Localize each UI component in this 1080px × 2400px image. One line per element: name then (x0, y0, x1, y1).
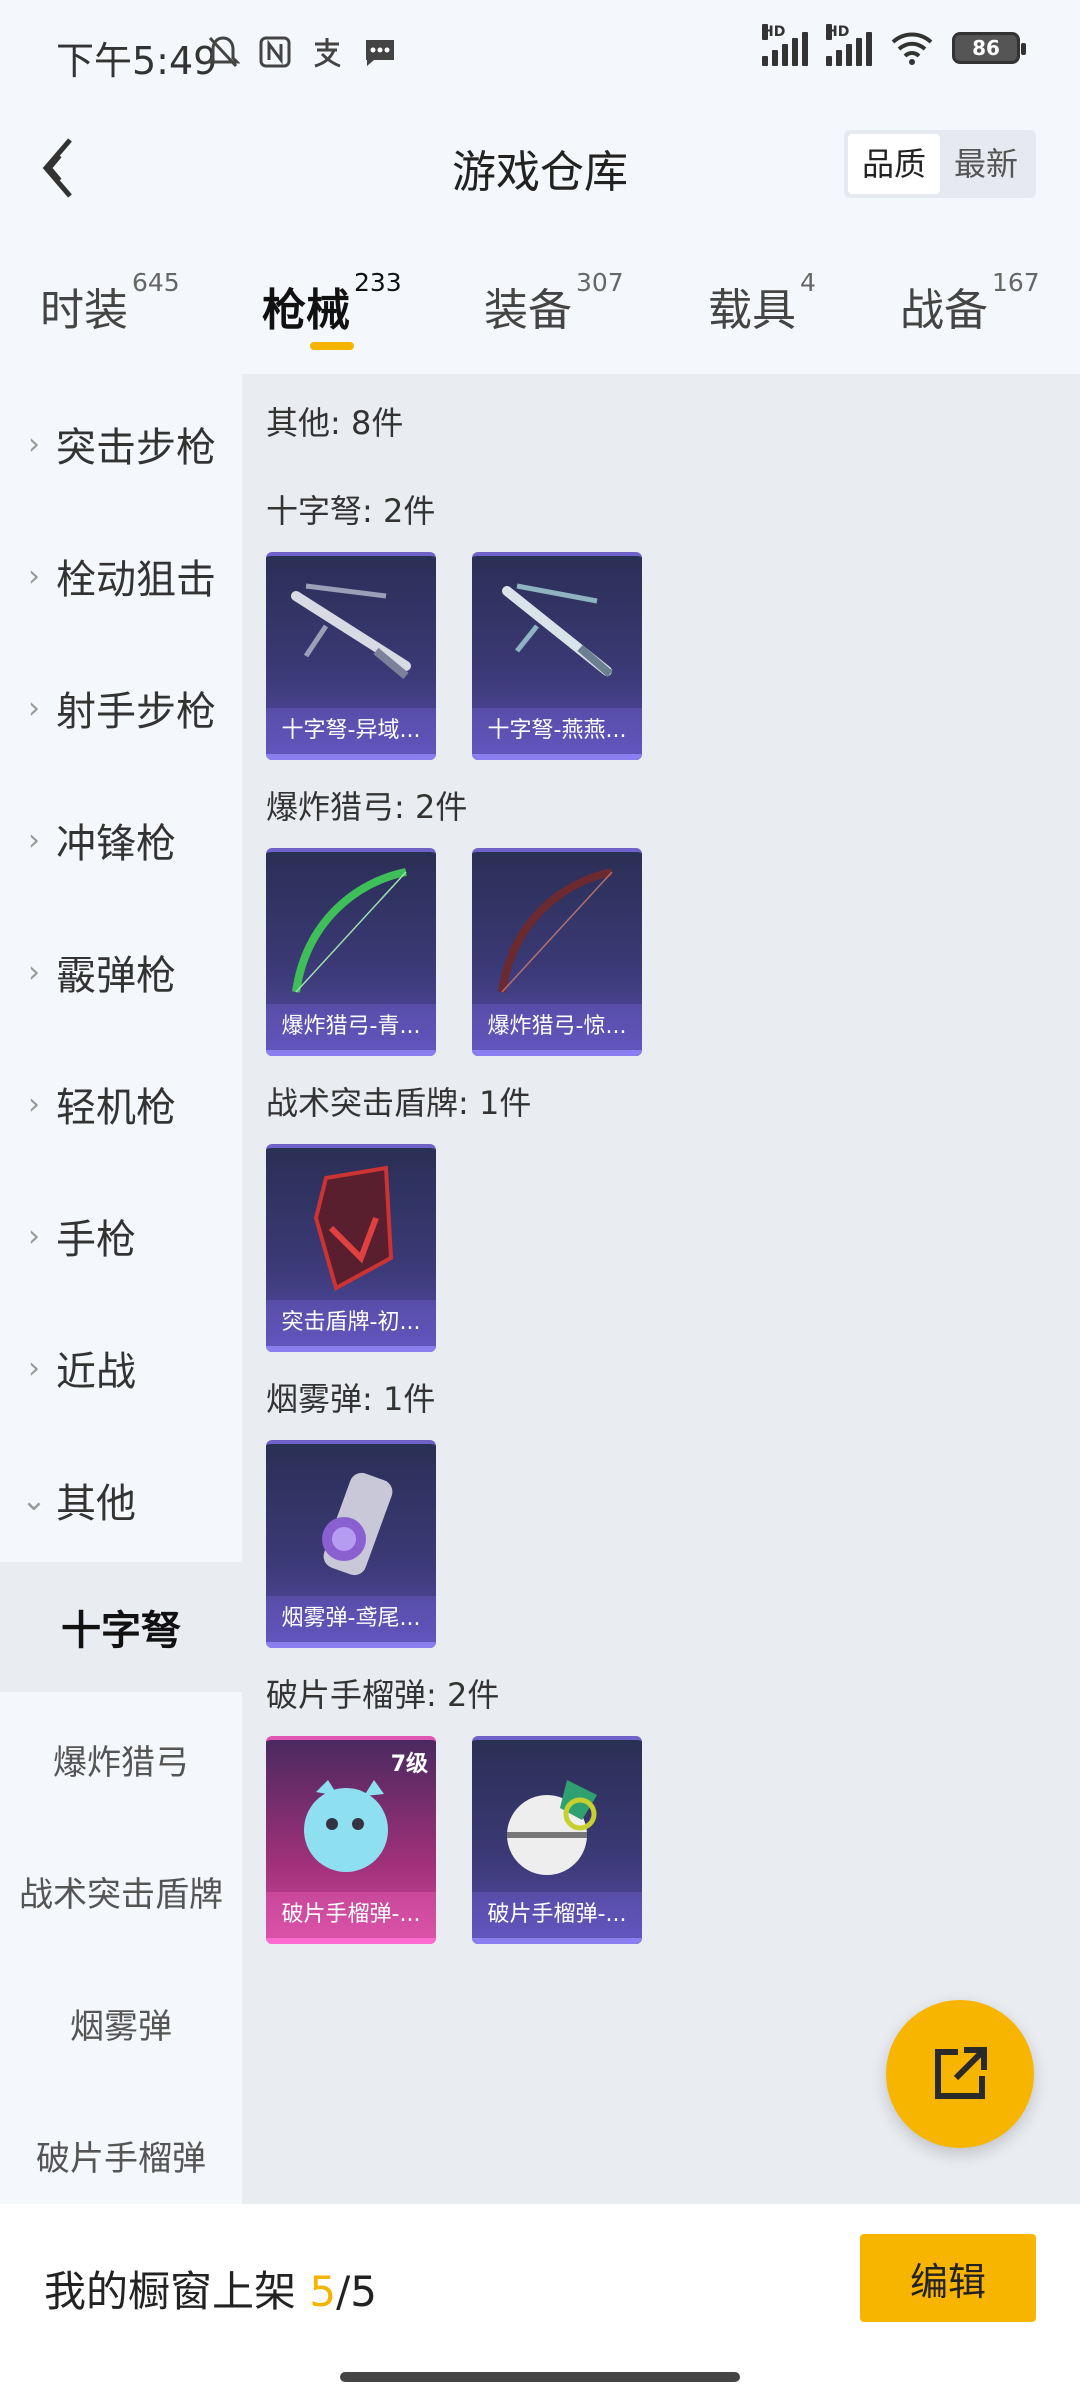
battery-icon: 86 (952, 32, 1026, 64)
bow-icon (292, 868, 407, 993)
share-fab[interactable] (886, 2000, 1034, 2148)
crossbow-icon (291, 583, 411, 680)
grenade-icon (507, 1780, 597, 1875)
sidebar-item-melee[interactable]: › 近战 (0, 1328, 242, 1408)
bell-off-icon (206, 36, 240, 68)
sort-newest-button[interactable]: 最新 (940, 134, 1032, 194)
alipay-icon (314, 38, 341, 68)
chevron-right-icon: › (28, 558, 40, 594)
sidebar-sub-smoke[interactable]: 烟雾弹 (0, 1958, 242, 2088)
tab-guns[interactable]: 枪械233 (262, 268, 402, 338)
tab-vehicles[interactable]: 载具4 (708, 268, 816, 338)
app-header: 游戏仓库 品质 最新 (0, 110, 1080, 220)
bow-icon (498, 868, 613, 993)
sidebar-sub-shield[interactable]: 战术突击盾牌 (0, 1826, 242, 1956)
item-card[interactable]: 爆炸猎弓-青... (266, 848, 436, 1056)
chevron-right-icon: › (28, 1350, 40, 1386)
category-tabs: 时装645 枪械233 装备307 载具4 战备167 (0, 220, 1080, 374)
group-title: 破片手榴弹: 2件 (266, 1676, 500, 1714)
chevron-right-icon: › (28, 822, 40, 858)
sidebar-sub-frag[interactable]: 破片手榴弹 (0, 2090, 242, 2220)
sidebar-sub-crossbow[interactable]: 十字弩 (0, 1562, 242, 1692)
sidebar-item-other[interactable]: ⌄ 其他 (0, 1460, 242, 1540)
sidebar-item-shotgun[interactable]: › 霰弹枪 (0, 932, 242, 1012)
sidebar-item-smg[interactable]: › 冲锋枪 (0, 800, 242, 880)
item-card[interactable]: 突击盾牌-初... (266, 1144, 436, 1352)
tab-equipment[interactable]: 装备307 (484, 268, 624, 338)
item-card[interactable]: 破片手榴弹-... (472, 1736, 642, 1944)
signal-icon: HD (762, 24, 808, 66)
external-link-icon (935, 2047, 987, 2099)
edit-button[interactable]: 编辑 (860, 2234, 1036, 2322)
group-title: 十字弩: 2件 (266, 492, 436, 530)
chevron-right-icon: › (28, 690, 40, 726)
shield-icon (313, 1165, 394, 1291)
item-card[interactable]: 烟雾弹-鸢尾... (266, 1440, 436, 1648)
sidebar-item-marksman-rifle[interactable]: › 射手步枪 (0, 668, 242, 748)
status-icons (206, 34, 398, 70)
smoke-grenade-icon (322, 1472, 393, 1576)
tab-fashion[interactable]: 时装645 (40, 268, 180, 338)
item-grid: 其他: 8件 十字弩: 2件 十字弩-异域... 十字弩-燕燕... 爆炸猎弓:… (242, 374, 1080, 2204)
chevron-right-icon: › (28, 426, 40, 462)
item-card[interactable]: 十字弩-异域... (266, 552, 436, 760)
item-card[interactable]: 7级 破片手榴弹-... (266, 1736, 436, 1944)
bottom-bar: 我的橱窗上架 5/5 编辑 (0, 2204, 1080, 2400)
crossbow-icon (502, 583, 613, 678)
home-indicator[interactable] (340, 2372, 740, 2382)
signal-icon: HD (826, 24, 872, 66)
status-right: HD HD 86 (762, 24, 1026, 66)
tab-supplies[interactable]: 战备167 (900, 268, 1040, 338)
summary-label: 其他: 8件 (266, 404, 404, 442)
active-tab-indicator (310, 342, 354, 350)
sidebar-item-bolt-sniper[interactable]: › 栓动狙击 (0, 536, 242, 616)
sort-quality-button[interactable]: 品质 (847, 134, 940, 194)
status-time: 下午5:49 (56, 39, 218, 83)
sidebar-item-pistol[interactable]: › 手枪 (0, 1196, 242, 1276)
sidebar-sub-explosive-bow[interactable]: 爆炸猎弓 (0, 1694, 242, 1824)
sidebar-item-assault-rifle[interactable]: › 突击步枪 (0, 404, 242, 484)
wifi-icon (891, 32, 933, 65)
message-icon (366, 40, 394, 66)
chevron-down-icon: ⌄ (21, 1482, 47, 1518)
chevron-right-icon: › (28, 954, 40, 990)
sidebar-item-lmg[interactable]: › 轻机枪 (0, 1064, 242, 1144)
group-title: 烟雾弹: 1件 (266, 1380, 436, 1418)
level-badge: 7级 (390, 1752, 428, 1777)
group-title: 战术突击盾牌: 1件 (266, 1084, 532, 1122)
chevron-right-icon: › (28, 1086, 40, 1122)
item-card[interactable]: 十字弩-燕燕... (472, 552, 642, 760)
showcase-status: 我的橱窗上架 5/5 (44, 2267, 377, 2316)
nfc-icon (259, 36, 291, 68)
sidebar: › 突击步枪 › 栓动狙击 › 射手步枪 › 冲锋枪 › 霰弹枪 › 轻机枪 › 手枪 › 近战… (0, 374, 242, 2204)
item-card[interactable]: 爆炸猎弓-惊... (472, 848, 642, 1056)
showcase-count: 5 (309, 2267, 337, 2316)
chevron-right-icon: › (28, 1218, 40, 1254)
status-bar: 下午5:49 HD HD 86 (0, 0, 1080, 110)
group-title: 爆炸猎弓: 2件 (266, 788, 468, 826)
sort-toggle: 品质 最新 (843, 130, 1036, 198)
